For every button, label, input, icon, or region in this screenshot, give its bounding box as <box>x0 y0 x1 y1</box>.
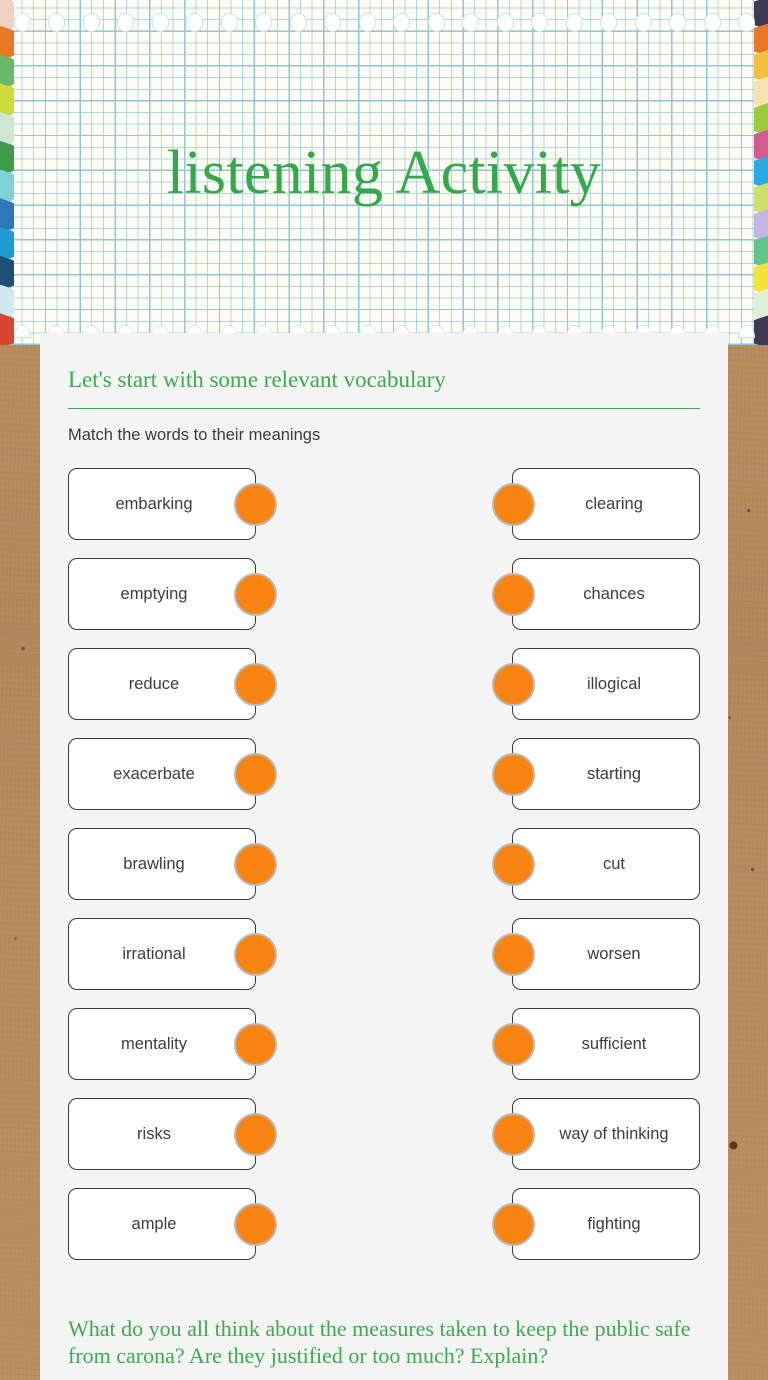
match-card-label: cut <box>602 854 625 873</box>
match-connector-knob[interactable] <box>233 932 277 976</box>
punch-hole <box>565 13 583 32</box>
punch-hole <box>14 325 31 338</box>
match-word-card[interactable]: reduce <box>68 648 277 720</box>
punch-hole <box>324 13 342 32</box>
match-row: reduce illogical <box>68 648 700 720</box>
match-card-label: embarking <box>115 494 193 513</box>
match-word-card[interactable]: emptying <box>68 558 277 630</box>
match-card-label: chances <box>583 584 645 603</box>
punch-hole <box>358 13 376 32</box>
match-connector-knob[interactable] <box>491 1022 535 1066</box>
match-card-label: exacerbate <box>113 764 195 783</box>
match-word-card[interactable]: exacerbate <box>68 738 277 810</box>
match-connector-knob[interactable] <box>491 482 535 526</box>
match-card-label: fighting <box>587 1214 641 1233</box>
match-row: exacerbate starting <box>68 738 700 810</box>
match-meaning-card[interactable]: sufficient <box>491 1008 700 1080</box>
punch-hole <box>255 13 273 32</box>
match-connector-knob[interactable] <box>491 1112 535 1156</box>
activity-header-banner: listening Activity <box>0 0 768 345</box>
punch-hole <box>703 13 721 32</box>
match-word-card[interactable]: mentality <box>68 1008 277 1080</box>
punch-hole <box>462 13 480 32</box>
matching-exercise-grid: embarking clearing emptying chances reduce il… <box>68 468 700 1260</box>
match-card-label: way of thinking <box>559 1124 669 1143</box>
match-meaning-card[interactable]: way of thinking <box>491 1098 700 1170</box>
rainbow-tab-stripe <box>754 315 768 345</box>
match-card-label: reduce <box>128 674 180 693</box>
match-card-label: brawling <box>123 854 185 873</box>
match-row: irrational worsen <box>68 918 700 990</box>
punch-hole <box>393 13 411 32</box>
punch-hole <box>14 13 31 32</box>
match-meaning-card[interactable]: starting <box>491 738 700 810</box>
rainbow-tab-stripe <box>0 313 14 345</box>
match-meaning-card[interactable]: cut <box>491 828 700 900</box>
punch-hole <box>634 13 652 32</box>
match-connector-knob[interactable] <box>233 752 277 796</box>
match-meaning-card[interactable]: chances <box>491 558 700 630</box>
page-title: listening Activity <box>166 139 602 207</box>
instructions-text: Match the words to their meanings <box>68 426 321 444</box>
match-meaning-card[interactable]: worsen <box>491 918 700 990</box>
match-connector-knob[interactable] <box>491 572 535 616</box>
match-row: brawling cut <box>68 828 700 900</box>
heading-divider <box>68 408 700 409</box>
punch-hole <box>531 13 549 32</box>
closing-discussion-prompt: What do you all think about the measures… <box>68 1316 691 1368</box>
punch-hole <box>738 13 755 32</box>
match-meaning-card[interactable]: fighting <box>491 1188 700 1260</box>
match-meaning-card[interactable]: illogical <box>491 648 700 720</box>
match-word-card[interactable]: risks <box>68 1098 277 1170</box>
match-connector-knob[interactable] <box>491 662 535 706</box>
match-card-label: irrational <box>122 944 186 963</box>
match-card-label: illogical <box>586 674 642 693</box>
punch-hole <box>496 13 514 32</box>
match-row: ample fighting <box>68 1188 700 1260</box>
punch-hole <box>48 13 66 32</box>
section-heading: Let's start with some relevant vocabular… <box>68 367 446 392</box>
match-word-card[interactable]: brawling <box>68 828 277 900</box>
match-connector-knob[interactable] <box>491 932 535 976</box>
match-word-card[interactable]: ample <box>68 1188 277 1260</box>
match-card-label: emptying <box>120 584 188 603</box>
match-connector-knob[interactable] <box>233 572 277 616</box>
punch-hole <box>289 13 307 32</box>
match-row: emptying chances <box>68 558 700 630</box>
match-card-label: risks <box>137 1124 171 1143</box>
match-word-card[interactable]: embarking <box>68 468 277 540</box>
match-connector-knob[interactable] <box>233 482 277 526</box>
match-connector-knob[interactable] <box>491 752 535 796</box>
match-word-card[interactable]: irrational <box>68 918 277 990</box>
punch-hole <box>151 13 169 32</box>
match-connector-knob[interactable] <box>233 662 277 706</box>
match-meaning-card[interactable]: clearing <box>491 468 700 540</box>
match-card-label: sufficient <box>581 1034 647 1053</box>
match-connector-knob[interactable] <box>233 1112 277 1156</box>
punch-hole <box>669 13 687 32</box>
match-connector-knob[interactable] <box>233 842 277 886</box>
match-connector-knob[interactable] <box>491 1202 535 1246</box>
punch-hole <box>600 13 618 32</box>
worksheet-content-card: Let's start with some relevant vocabular… <box>40 333 728 1380</box>
match-row: embarking clearing <box>68 468 700 540</box>
match-connector-knob[interactable] <box>233 1022 277 1066</box>
punch-hole <box>82 13 100 32</box>
match-card-label: starting <box>586 764 642 783</box>
punch-hole <box>220 13 238 32</box>
punch-holes-top <box>14 13 755 33</box>
match-row: mentality sufficient <box>68 1008 700 1080</box>
match-card-label: worsen <box>587 944 641 963</box>
match-card-label: mentality <box>120 1034 188 1053</box>
match-row: risks way of thinking <box>68 1098 700 1170</box>
punch-hole <box>117 13 135 32</box>
match-connector-knob[interactable] <box>233 1202 277 1246</box>
punch-hole <box>427 13 445 32</box>
punch-hole <box>186 13 204 32</box>
match-card-label: clearing <box>585 494 643 513</box>
match-card-label: ample <box>131 1214 177 1233</box>
match-connector-knob[interactable] <box>491 842 535 886</box>
